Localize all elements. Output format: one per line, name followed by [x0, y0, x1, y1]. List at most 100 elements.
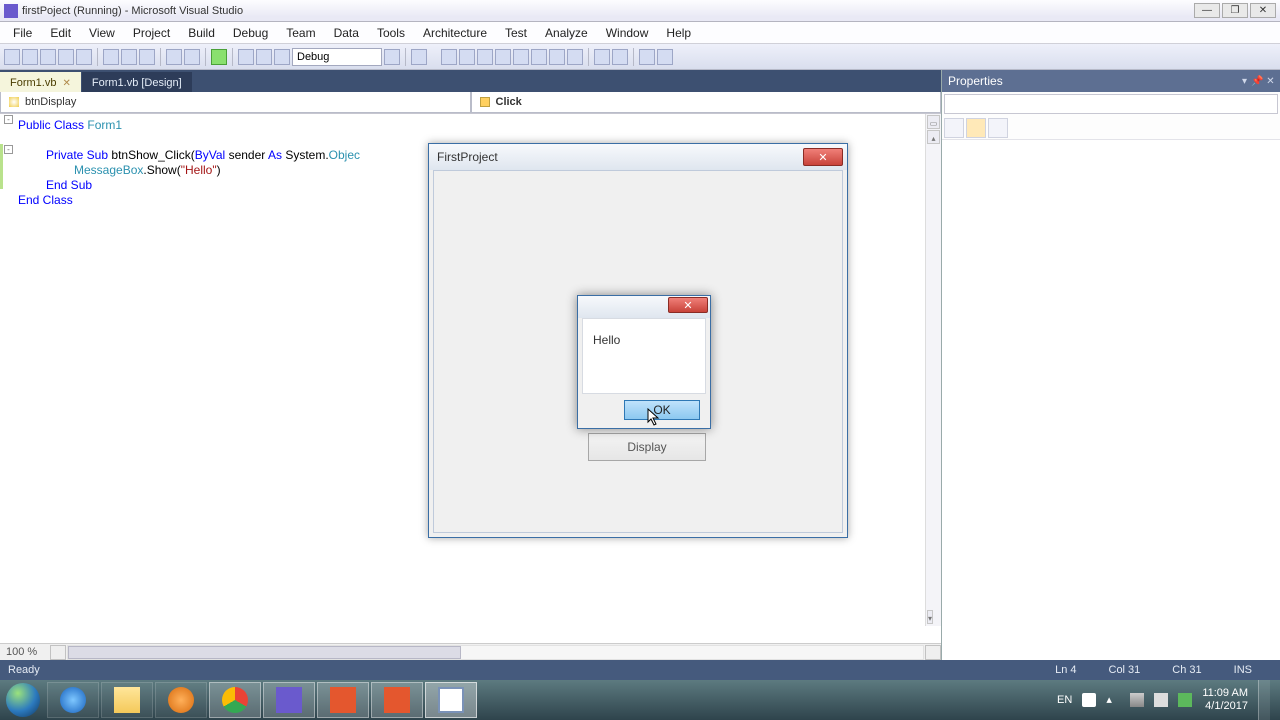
- menu-architecture[interactable]: Architecture: [414, 24, 496, 42]
- split-icon[interactable]: ▭: [927, 115, 940, 129]
- volume-icon[interactable]: [1154, 693, 1168, 707]
- task-app3[interactable]: [317, 682, 369, 718]
- alphabetical-icon[interactable]: [966, 118, 986, 138]
- menu-data[interactable]: Data: [325, 24, 368, 42]
- tray-chevron-icon[interactable]: ▴: [1106, 693, 1120, 707]
- clock-date: 4/1/2017: [1202, 700, 1248, 713]
- step-into-icon[interactable]: [238, 49, 254, 65]
- pin-icon[interactable]: 📌: [1252, 76, 1263, 87]
- undo-icon[interactable]: [166, 49, 182, 65]
- vs-titlebar[interactable]: firstPoject (Running) - Microsoft Visual…: [0, 0, 1280, 22]
- task-ie[interactable]: [47, 682, 99, 718]
- network-icon[interactable]: [1130, 693, 1144, 707]
- messagebox-close-button[interactable]: ✕: [668, 297, 708, 313]
- show-desktop-button[interactable]: [1258, 680, 1270, 720]
- save-all-icon[interactable]: [76, 49, 92, 65]
- close-button[interactable]: ✕: [1250, 3, 1276, 18]
- outline-toggle-icon[interactable]: -: [4, 115, 13, 124]
- menu-window[interactable]: Window: [597, 24, 658, 42]
- redo-icon[interactable]: [184, 49, 200, 65]
- class-combo[interactable]: btnDisplay: [0, 92, 471, 113]
- language-indicator[interactable]: EN: [1057, 694, 1072, 706]
- task-visualstudio[interactable]: [263, 682, 315, 718]
- menu-edit[interactable]: Edit: [41, 24, 80, 42]
- menu-team[interactable]: Team: [277, 24, 324, 42]
- comment-icon[interactable]: [594, 49, 610, 65]
- task-app4[interactable]: [371, 682, 423, 718]
- task-mediaplayer[interactable]: [155, 682, 207, 718]
- error-list-icon[interactable]: [531, 49, 547, 65]
- find-icon[interactable]: [411, 49, 427, 65]
- zoom-level[interactable]: 100 %: [0, 646, 50, 658]
- ok-button[interactable]: OK: [624, 400, 700, 420]
- messagebox-window[interactable]: ✕ Hello OK: [577, 295, 711, 429]
- bookmark-icon[interactable]: [657, 49, 673, 65]
- step-over-icon[interactable]: [256, 49, 272, 65]
- menu-test[interactable]: Test: [496, 24, 536, 42]
- task-running-form[interactable]: [425, 682, 477, 718]
- tab-order-icon[interactable]: [639, 49, 655, 65]
- battery-icon[interactable]: [1178, 693, 1192, 707]
- maximize-button[interactable]: ❐: [1222, 3, 1248, 18]
- close-tab-icon[interactable]: ✕: [62, 78, 70, 89]
- start-button[interactable]: [0, 680, 46, 720]
- properties-window-icon[interactable]: [477, 49, 493, 65]
- property-pages-icon[interactable]: [988, 118, 1008, 138]
- scroll-up-icon[interactable]: ▴: [927, 130, 940, 144]
- hscroll-thumb[interactable]: [68, 646, 461, 659]
- menu-debug[interactable]: Debug: [224, 24, 277, 42]
- messagebox-titlebar[interactable]: ✕: [578, 296, 710, 318]
- document-tabs: Form1.vb✕ Form1.vb [Design]: [0, 70, 941, 92]
- properties-grid[interactable]: [942, 140, 1280, 660]
- vertical-scrollbar[interactable]: ▭ ▴ ▾: [925, 114, 941, 626]
- close-panel-icon[interactable]: ✕: [1265, 76, 1276, 87]
- hscroll-track[interactable]: [67, 645, 924, 660]
- panel-menu-icon[interactable]: ▾: [1239, 76, 1250, 87]
- menu-analyze[interactable]: Analyze: [536, 24, 597, 42]
- open-file-icon[interactable]: [40, 49, 56, 65]
- scroll-down-icon[interactable]: ▾: [927, 610, 933, 624]
- method-combo[interactable]: Click: [471, 92, 942, 113]
- class-view-icon[interactable]: [495, 49, 511, 65]
- menu-tools[interactable]: Tools: [368, 24, 414, 42]
- task-list-icon[interactable]: [567, 49, 583, 65]
- scroll-right-icon[interactable]: [925, 645, 941, 660]
- categorized-icon[interactable]: [944, 118, 964, 138]
- menu-help[interactable]: Help: [657, 24, 700, 42]
- display-button[interactable]: Display: [588, 433, 706, 461]
- solution-explorer-icon[interactable]: [459, 49, 475, 65]
- app-close-button[interactable]: ✕: [803, 148, 843, 166]
- step-out-icon[interactable]: [274, 49, 290, 65]
- object-browser-icon[interactable]: [513, 49, 529, 65]
- minimize-button[interactable]: —: [1194, 3, 1220, 18]
- new-project-icon[interactable]: [4, 49, 20, 65]
- method-combo-label: Click: [496, 96, 522, 108]
- copy-icon[interactable]: [121, 49, 137, 65]
- solution-config-dropdown[interactable]: Debug: [292, 48, 382, 66]
- menu-view[interactable]: View: [80, 24, 124, 42]
- properties-object-combo[interactable]: [944, 94, 1278, 114]
- paste-icon[interactable]: [139, 49, 155, 65]
- code-token: End Class: [18, 193, 73, 207]
- uncomment-icon[interactable]: [612, 49, 628, 65]
- scroll-left-icon[interactable]: [50, 645, 66, 660]
- app-titlebar[interactable]: FirstProject ✕: [429, 144, 847, 170]
- task-chrome[interactable]: [209, 682, 261, 718]
- output-icon[interactable]: [549, 49, 565, 65]
- menu-build[interactable]: Build: [179, 24, 224, 42]
- clock[interactable]: 11:09 AM 4/1/2017: [1202, 687, 1248, 713]
- tab-form1-design[interactable]: Form1.vb [Design]: [82, 72, 192, 92]
- task-explorer[interactable]: [101, 682, 153, 718]
- properties-header[interactable]: Properties ▾ 📌 ✕: [942, 70, 1280, 92]
- add-item-icon[interactable]: [22, 49, 38, 65]
- save-icon[interactable]: [58, 49, 74, 65]
- menu-file[interactable]: File: [4, 24, 41, 42]
- outline-toggle-icon[interactable]: -: [4, 145, 13, 154]
- tb-dropdown-icon[interactable]: [384, 49, 400, 65]
- toolbox-icon[interactable]: [441, 49, 457, 65]
- menu-project[interactable]: Project: [124, 24, 179, 42]
- tab-form1-vb[interactable]: Form1.vb✕: [0, 72, 81, 92]
- flag-icon[interactable]: [1082, 693, 1096, 707]
- start-debug-icon[interactable]: [211, 49, 227, 65]
- cut-icon[interactable]: [103, 49, 119, 65]
